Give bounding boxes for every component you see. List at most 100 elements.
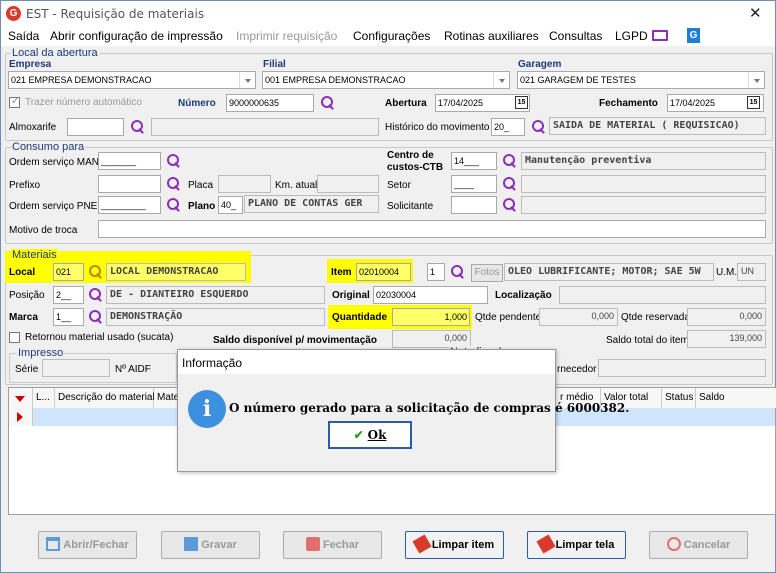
- search-icon[interactable]: [165, 175, 183, 193]
- menu-lgpd[interactable]: LGPD: [615, 29, 648, 43]
- centro-label-1: Centro de: [387, 150, 434, 161]
- fechar-label: Fechar: [322, 539, 360, 551]
- search-icon[interactable]: [165, 196, 183, 214]
- grid-header-l[interactable]: L...: [33, 388, 55, 408]
- empresa-label: Empresa: [9, 59, 52, 70]
- search-icon[interactable]: [501, 152, 519, 170]
- menu-consultas[interactable]: Consultas: [549, 29, 602, 43]
- info-icon: i: [188, 390, 226, 428]
- saldo-total-field: 139,000: [687, 330, 766, 348]
- garagem-select[interactable]: 021 GARAGEM DE TESTES: [517, 71, 765, 89]
- item-code-field[interactable]: 02010004: [356, 263, 411, 281]
- abertura-label: Abertura: [385, 98, 427, 109]
- plano-code-field[interactable]: 40_: [218, 196, 243, 214]
- almoxarife-field[interactable]: [67, 118, 124, 136]
- original-field[interactable]: 02030004: [373, 286, 488, 304]
- search-icon[interactable]: [87, 308, 105, 326]
- search-icon[interactable]: [319, 94, 337, 112]
- os-man-label: Ordem serviço MAN: [9, 157, 100, 168]
- search-icon[interactable]: [530, 118, 548, 136]
- search-icon[interactable]: [129, 118, 147, 136]
- search-icon[interactable]: [165, 152, 183, 170]
- solicitante-field[interactable]: [451, 196, 497, 214]
- setor-label: Setor: [387, 180, 411, 191]
- main-window: G EST - Requisição de materiais ✕ Saída …: [0, 0, 776, 573]
- filial-select[interactable]: 001 EMPRESA DEMONSTRACAO: [262, 71, 510, 89]
- calendar-icon[interactable]: 15: [515, 96, 528, 109]
- centro-label-2: custos-CTB: [387, 162, 444, 173]
- book-icon[interactable]: G: [687, 28, 700, 43]
- menu-saida[interactable]: Saída: [8, 29, 39, 43]
- menu-configuracoes[interactable]: Configurações: [353, 29, 430, 43]
- dialog-title: Informação: [178, 350, 555, 374]
- search-icon[interactable]: [501, 175, 519, 193]
- plano-label: Plano: [188, 201, 216, 212]
- gravar-label: Gravar: [201, 539, 237, 551]
- empresa-select[interactable]: 021 EMPRESA DEMONSTRACAO: [8, 71, 256, 89]
- row-pointer-icon: [17, 412, 23, 422]
- search-icon[interactable]: [87, 263, 105, 281]
- marca-desc: DEMONSTRAÇÃO: [106, 308, 325, 326]
- localizacao-field: [559, 286, 766, 304]
- garagem-value: 021 GARAGEM DE TESTES: [520, 75, 636, 85]
- menu-abrir-config-impressao[interactable]: Abrir configuração de impressão: [50, 29, 223, 43]
- materiais-legend: Materiais: [11, 249, 58, 261]
- fechamento-label: Fechamento: [599, 98, 658, 109]
- consumo-legend: Consumo para: [11, 141, 86, 153]
- grid-header-status[interactable]: Status: [662, 388, 696, 408]
- grid-header-saldo[interactable]: Saldo: [696, 388, 776, 408]
- monitor-icon[interactable]: [652, 30, 668, 41]
- limpar-item-button[interactable]: Limpar item: [405, 531, 504, 559]
- placa-field: [218, 175, 271, 193]
- grid-sort-cell[interactable]: [9, 388, 33, 408]
- posicao-code-field[interactable]: 2__: [53, 286, 84, 304]
- original-label: Original: [332, 290, 370, 301]
- os-pne-field[interactable]: _________: [98, 196, 161, 214]
- close-icon[interactable]: ✕: [749, 4, 762, 22]
- setor-field[interactable]: ____: [451, 175, 497, 193]
- calendar-icon[interactable]: 15: [747, 96, 760, 109]
- os-man-field[interactable]: _______: [98, 152, 161, 170]
- retornou-checkbox[interactable]: [9, 332, 20, 343]
- search-icon[interactable]: [87, 286, 105, 304]
- empresa-value: 021 EMPRESA DEMONSTRACAO: [11, 75, 152, 85]
- fornecedor-field: [598, 359, 766, 377]
- serie-label: Série: [15, 364, 39, 375]
- marca-label: Marca: [9, 312, 38, 323]
- numero-field[interactable]: 9000000635: [226, 94, 314, 112]
- dialog-message: O número gerado para a solicitação de co…: [229, 401, 630, 415]
- menu-rotinas-auxiliares[interactable]: Rotinas auxiliares: [444, 29, 539, 43]
- marca-code-field[interactable]: 1__: [53, 308, 84, 326]
- prefixo-field[interactable]: [98, 175, 161, 193]
- lock-icon: [305, 537, 320, 551]
- grid-header-descricao[interactable]: Descrição do material: [55, 388, 155, 408]
- saldo-total-label: Saldo total do item: [606, 335, 689, 346]
- eraser-icon: [412, 534, 432, 554]
- abrir-fechar-button: Abrir/Fechar: [38, 531, 137, 559]
- motivo-label: Motivo de troca: [9, 225, 78, 236]
- sort-arrow-icon[interactable]: [15, 396, 25, 402]
- retornou-label: Retornou material usado (sucata): [25, 332, 174, 343]
- qtde-pendente-field: 0,000: [539, 308, 618, 326]
- info-dialog: Informação i O número gerado para a soli…: [177, 349, 629, 472]
- fotos-button[interactable]: Fotos: [471, 264, 503, 282]
- check-icon: ✔: [353, 428, 364, 442]
- local-code-field[interactable]: 021: [53, 263, 84, 281]
- chevron-down-icon[interactable]: [748, 72, 764, 88]
- filial-label: Filial: [263, 59, 286, 70]
- search-icon[interactable]: [501, 196, 519, 214]
- centro-code-field[interactable]: 14___: [451, 152, 497, 170]
- quantidade-field[interactable]: 1,000: [392, 308, 470, 326]
- km-label: Km. atual: [275, 180, 318, 191]
- motivo-field[interactable]: [98, 220, 766, 238]
- item-seq-field[interactable]: 1: [427, 263, 445, 281]
- search-icon[interactable]: [449, 263, 467, 281]
- eraser-icon: [536, 534, 556, 554]
- historico-code-field[interactable]: 20_: [491, 118, 525, 136]
- chevron-down-icon[interactable]: [239, 72, 255, 88]
- ok-button[interactable]: ✔ Ok: [328, 421, 412, 449]
- quantidade-label: Quantidade: [332, 312, 388, 323]
- impresso-legend: Impresso: [17, 347, 65, 359]
- limpar-tela-button[interactable]: Limpar tela: [527, 531, 626, 559]
- chevron-down-icon[interactable]: [493, 72, 509, 88]
